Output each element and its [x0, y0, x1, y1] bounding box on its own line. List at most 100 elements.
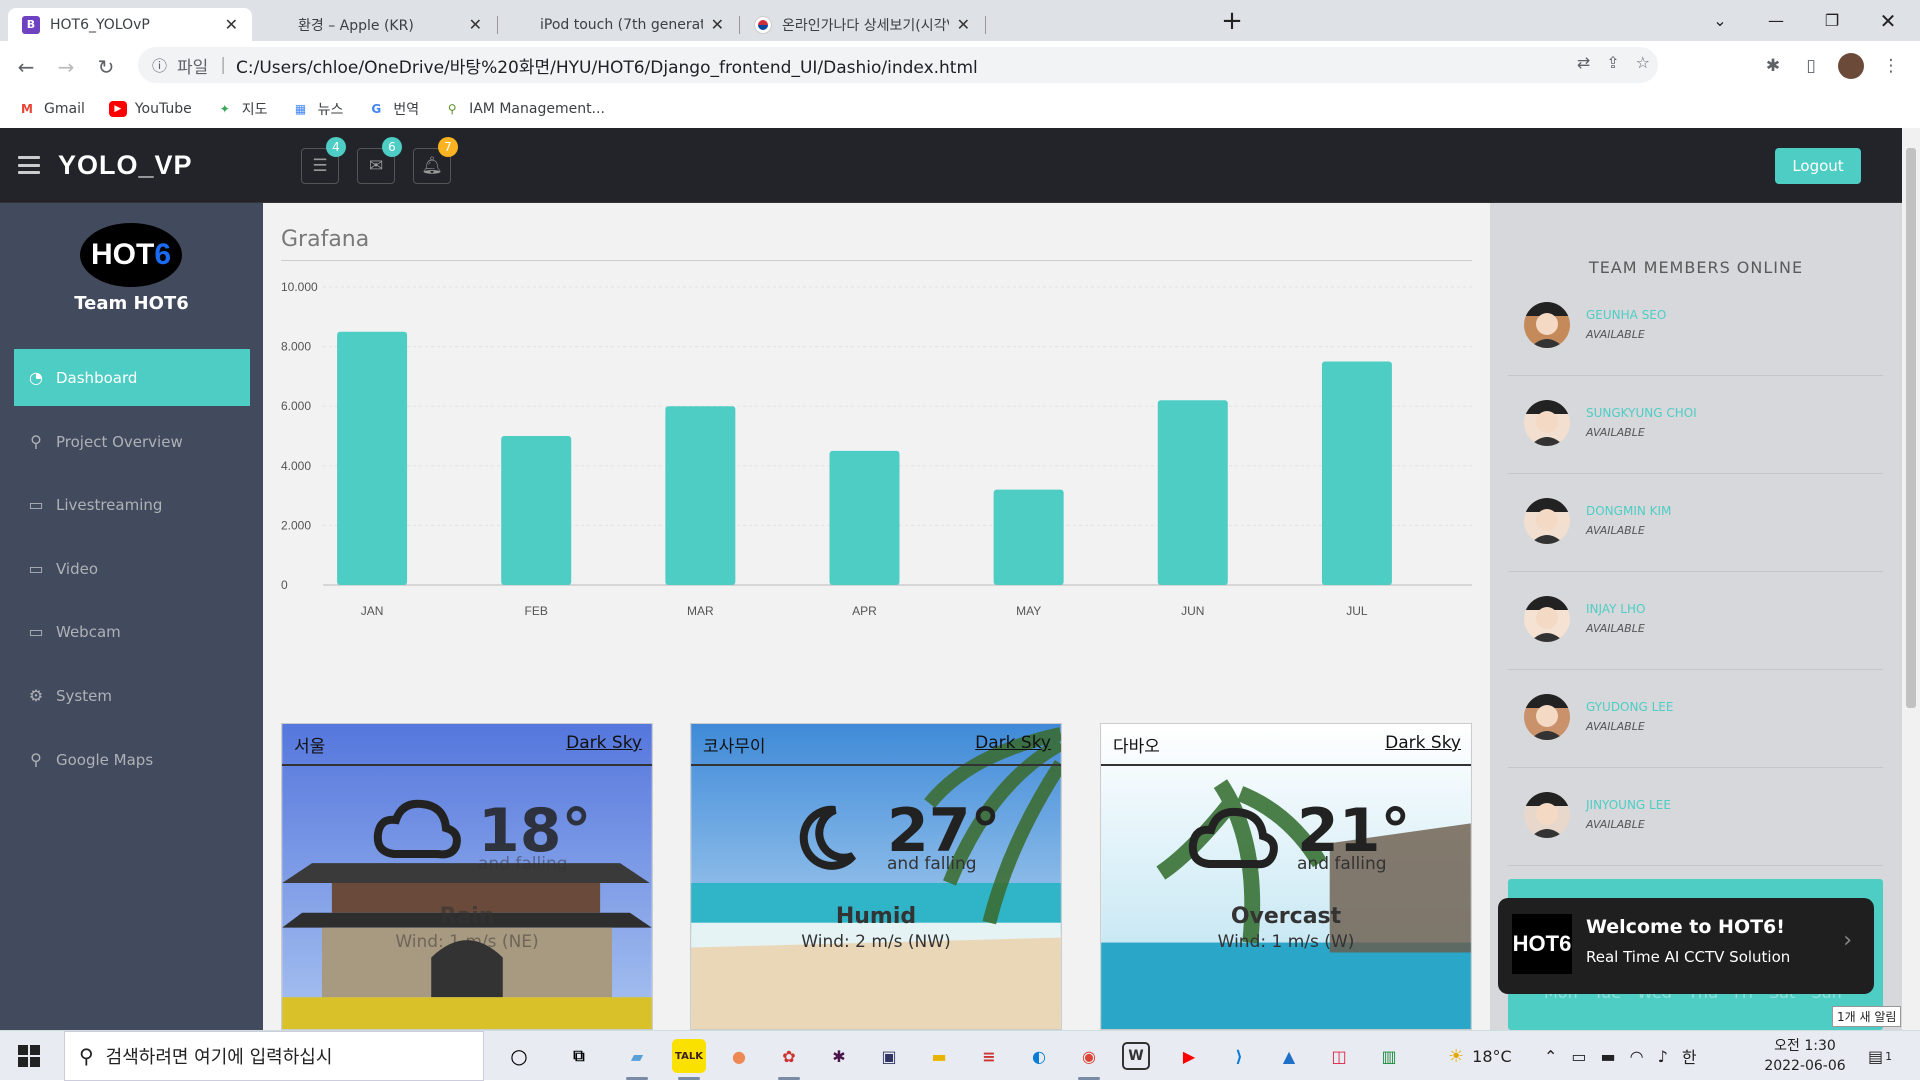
- profile-avatar[interactable]: [1838, 53, 1864, 79]
- app-icon-8[interactable]: ≡: [972, 1039, 1006, 1073]
- weather-card-koh-samui[interactable]: 코사무이 Dark Sky 27° and falling Humid Wind…: [690, 723, 1062, 1030]
- share-icon[interactable]: ⇪: [1606, 53, 1619, 72]
- member-name[interactable]: GEUNHA SEO: [1586, 308, 1666, 322]
- sidebar-item-project-overview[interactable]: ⚲ Project Overview: [14, 413, 250, 470]
- team-member-item[interactable]: GYUDONG LEE AVAILABLE: [1508, 670, 1883, 768]
- back-icon[interactable]: ←: [12, 53, 40, 81]
- vscode-icon[interactable]: ⟩: [1222, 1039, 1256, 1073]
- file-explorer-icon[interactable]: ▬: [922, 1039, 956, 1073]
- close-tab-icon[interactable]: ✕: [957, 15, 970, 34]
- wiki-icon[interactable]: W: [1122, 1042, 1150, 1070]
- extensions-icon[interactable]: ✱: [1760, 53, 1786, 79]
- chart-bar[interactable]: [337, 331, 408, 585]
- tab-ipod[interactable]: iPod touch (7th generation) Env ✕: [498, 8, 738, 41]
- task-view-icon[interactable]: ⧉: [562, 1039, 596, 1073]
- remote-desktop-icon[interactable]: ▣: [872, 1039, 906, 1073]
- weather-card-davao[interactable]: 다바오 Dark Sky 21° and falling Overcast Wi…: [1100, 723, 1472, 1030]
- url-text[interactable]: C:/Users/chloe/OneDrive/바탕%20화면/HYU/HOT6…: [236, 53, 978, 78]
- weather-tray[interactable]: ☀ 18°C: [1448, 1031, 1512, 1081]
- info-icon[interactable]: ⓘ: [152, 55, 167, 76]
- kakaotalk-icon[interactable]: TALK: [672, 1039, 706, 1080]
- sidebar-item-livestreaming[interactable]: ▭ Livestreaming: [14, 476, 250, 533]
- volume-icon[interactable]: ♪: [1658, 1047, 1668, 1066]
- brand-logo[interactable]: YOLO_VP: [58, 150, 193, 181]
- taskbar-search-input[interactable]: ⚲ 검색하려면 여기에 입력하십시: [64, 1031, 484, 1081]
- app-icon-3[interactable]: ●: [722, 1039, 756, 1073]
- member-name[interactable]: DONGMIN KIM: [1586, 504, 1671, 518]
- dark-sky-link[interactable]: Dark Sky: [975, 733, 1051, 753]
- page-scrollbar[interactable]: [1902, 128, 1920, 1030]
- team-logo[interactable]: HOT 6: [80, 223, 182, 287]
- close-tab-icon[interactable]: ✕: [225, 15, 238, 34]
- dark-sky-link[interactable]: Dark Sky: [566, 733, 642, 753]
- reload-icon[interactable]: ↻: [92, 53, 120, 81]
- chart-bar[interactable]: [829, 450, 900, 585]
- chart-bar[interactable]: [665, 406, 736, 585]
- close-tab-icon[interactable]: ✕: [469, 15, 482, 34]
- dark-sky-link[interactable]: Dark Sky: [1385, 733, 1461, 753]
- bookmark-gmail[interactable]: M Gmail: [18, 101, 85, 117]
- chrome-icon[interactable]: ◉: [1072, 1039, 1106, 1080]
- wifi-icon[interactable]: ◠: [1630, 1047, 1644, 1066]
- taskbar-clock[interactable]: 오전 1:30 2022-06-06: [1760, 1036, 1850, 1076]
- bookmark-news[interactable]: ▦ 뉴스: [292, 99, 343, 119]
- tab-korean-dictionary[interactable]: 온라인가나다 상세보기(시각V시 ✕: [740, 8, 984, 41]
- bookmark-star-icon[interactable]: ☆: [1636, 53, 1650, 72]
- welcome-toast[interactable]: HOT6 Welcome to HOT6! Real Time AI CCTV …: [1498, 898, 1874, 994]
- side-panel-icon[interactable]: ▯: [1798, 53, 1824, 79]
- translate-icon[interactable]: ⇄: [1577, 53, 1590, 72]
- chevron-up-icon[interactable]: ⌃: [1544, 1047, 1557, 1066]
- team-member-item[interactable]: GEUNHA SEO AVAILABLE: [1508, 278, 1883, 376]
- new-tab-button[interactable]: +: [1208, 0, 1256, 41]
- action-center-button[interactable]: ▤ 1: [1868, 1031, 1892, 1081]
- app-icon-4[interactable]: ✿: [772, 1039, 806, 1080]
- team-member-item[interactable]: SUNGKYUNG CHOI AVAILABLE: [1508, 376, 1883, 474]
- close-window-button[interactable]: ✕: [1862, 0, 1914, 41]
- sidebar-item-google-maps[interactable]: ⚲ Google Maps: [14, 731, 250, 788]
- bookmark-maps[interactable]: ✦ 지도: [216, 99, 268, 119]
- team-member-item[interactable]: JINYOUNG LEE AVAILABLE: [1508, 768, 1883, 866]
- chevron-right-icon[interactable]: ›: [1843, 928, 1852, 953]
- chart-bar[interactable]: [993, 489, 1064, 585]
- bookmark-translate[interactable]: G 번역: [367, 99, 419, 119]
- restore-button[interactable]: ❐: [1806, 0, 1858, 41]
- meet-icon[interactable]: ▭: [1571, 1047, 1586, 1066]
- app-icon-15[interactable]: ◫: [1322, 1039, 1356, 1073]
- chart-bar[interactable]: [1321, 361, 1392, 586]
- charts-app-icon[interactable]: ▥: [1372, 1039, 1406, 1073]
- tasks-button[interactable]: ☰ 4: [301, 137, 346, 184]
- sidebar-toggle-icon[interactable]: [18, 156, 40, 174]
- member-name[interactable]: JINYOUNG LEE: [1586, 798, 1671, 812]
- sidebar-item-system[interactable]: ⚙ System: [14, 667, 250, 724]
- team-member-item[interactable]: DONGMIN KIM AVAILABLE: [1508, 474, 1883, 572]
- menu-kebab-icon[interactable]: ⋮: [1878, 53, 1904, 79]
- sidebar-item-webcam[interactable]: ▭ Webcam: [14, 603, 250, 660]
- bookmark-iam[interactable]: ⚲ IAM Management...: [443, 101, 605, 117]
- minimize-button[interactable]: —: [1750, 0, 1802, 41]
- tab-apple-env[interactable]: 환경 – Apple (KR) ✕: [256, 8, 496, 41]
- photos-icon[interactable]: ▲: [1272, 1039, 1306, 1073]
- bookmark-youtube[interactable]: ▶ YouTube: [108, 101, 192, 117]
- tab-search-icon[interactable]: ⌄: [1694, 0, 1746, 41]
- mail-button[interactable]: ✉ 6: [357, 137, 402, 184]
- tab-hot6[interactable]: B HOT6_YOLOvP ✕: [8, 8, 252, 41]
- logout-button[interactable]: Logout: [1775, 148, 1861, 184]
- battery-icon[interactable]: ▬: [1601, 1047, 1616, 1066]
- sidebar-item-video[interactable]: ▭ Video: [14, 540, 250, 597]
- ime-indicator[interactable]: 한: [1682, 1044, 1697, 1068]
- slack-icon[interactable]: ✱: [822, 1039, 856, 1073]
- member-name[interactable]: GYUDONG LEE: [1586, 700, 1673, 714]
- team-member-item[interactable]: INJAY LHO AVAILABLE: [1508, 572, 1883, 670]
- windows-start-icon[interactable]: [18, 1045, 40, 1067]
- address-bar[interactable]: ⓘ 파일 | C:/Users/chloe/OneDrive/바탕%20화면/H…: [138, 47, 1658, 83]
- app-icon-1[interactable]: ▰: [620, 1039, 654, 1080]
- chart-bar[interactable]: [1157, 400, 1228, 585]
- cortana-icon[interactable]: ○: [502, 1039, 536, 1073]
- member-name[interactable]: INJAY LHO: [1586, 602, 1645, 616]
- edge-icon[interactable]: ◐: [1022, 1039, 1056, 1073]
- notifications-button[interactable]: 🔔︎ 7: [413, 137, 458, 184]
- chart-bar[interactable]: [501, 436, 572, 585]
- weather-card-seoul[interactable]: 서울 Dark Sky 18° and falling Rain Wind: 1…: [281, 723, 653, 1030]
- member-name[interactable]: SUNGKYUNG CHOI: [1586, 406, 1697, 420]
- forward-icon[interactable]: →: [52, 53, 80, 81]
